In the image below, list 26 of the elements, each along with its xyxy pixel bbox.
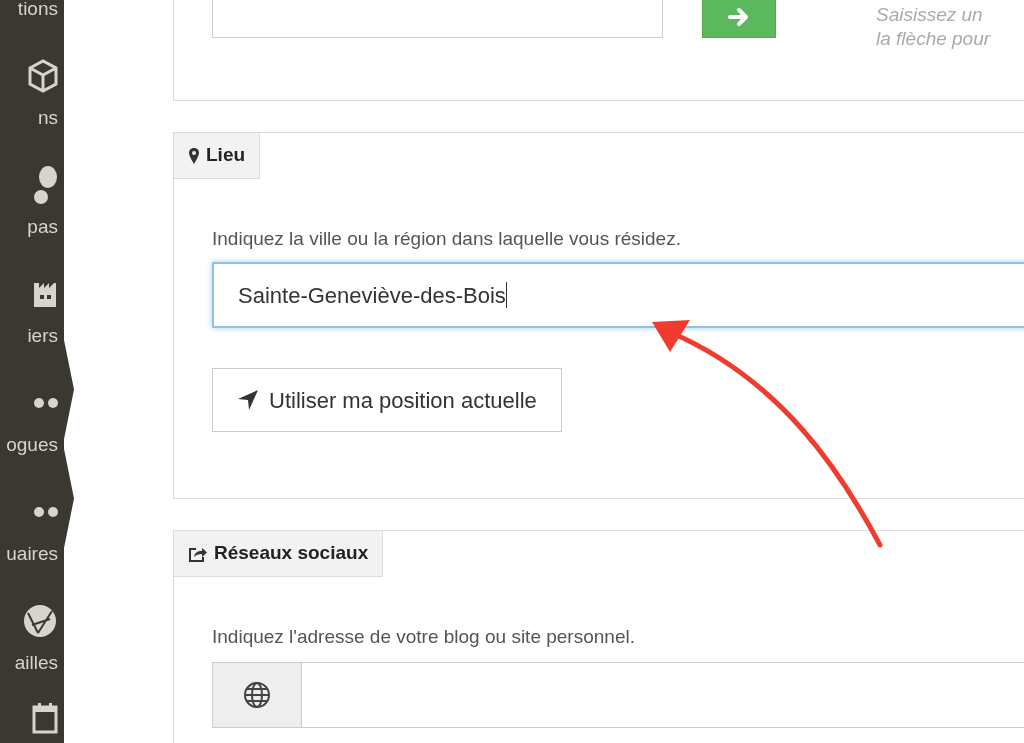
description-text: Indiquez la ville ou la région dans laquelle vous résidez. [212, 227, 681, 251]
description-text: Indiquez l'adresse de votre blog ou site personnel. [212, 625, 635, 649]
use-location-button[interactable]: Utiliser ma position actuelle [212, 368, 562, 432]
globe-icon [243, 681, 271, 709]
footprint-icon [32, 165, 58, 205]
dots-icon [34, 397, 58, 409]
section-title: Réseaux sociaux [214, 541, 369, 566]
sidebar-item[interactable]: ailles [0, 566, 64, 675]
sidebar-item[interactable]: ogues [0, 348, 64, 457]
calendar-icon [32, 702, 58, 734]
arrow-right-icon [728, 7, 750, 27]
hint-text: Saisissez un [876, 3, 984, 27]
sidebar-item[interactable]: ns [0, 21, 64, 130]
box-icon [28, 59, 58, 93]
sidebar-item[interactable]: uaires [0, 457, 64, 566]
sidebar-item[interactable]: pas [0, 130, 64, 239]
dots-icon [34, 506, 58, 518]
hint-text: la flèche pour [876, 27, 991, 51]
map-pin-icon [188, 146, 200, 165]
ball-icon [22, 603, 58, 639]
sidebar-item[interactable]: tions [0, 0, 64, 21]
location-arrow-icon [237, 389, 259, 411]
section-title: Lieu [206, 143, 246, 168]
url-input[interactable] [302, 662, 1024, 728]
sidebar-item[interactable]: iers [0, 239, 64, 348]
location-input[interactable]: Sainte-Geneviève-des-Bois [212, 262, 1024, 328]
